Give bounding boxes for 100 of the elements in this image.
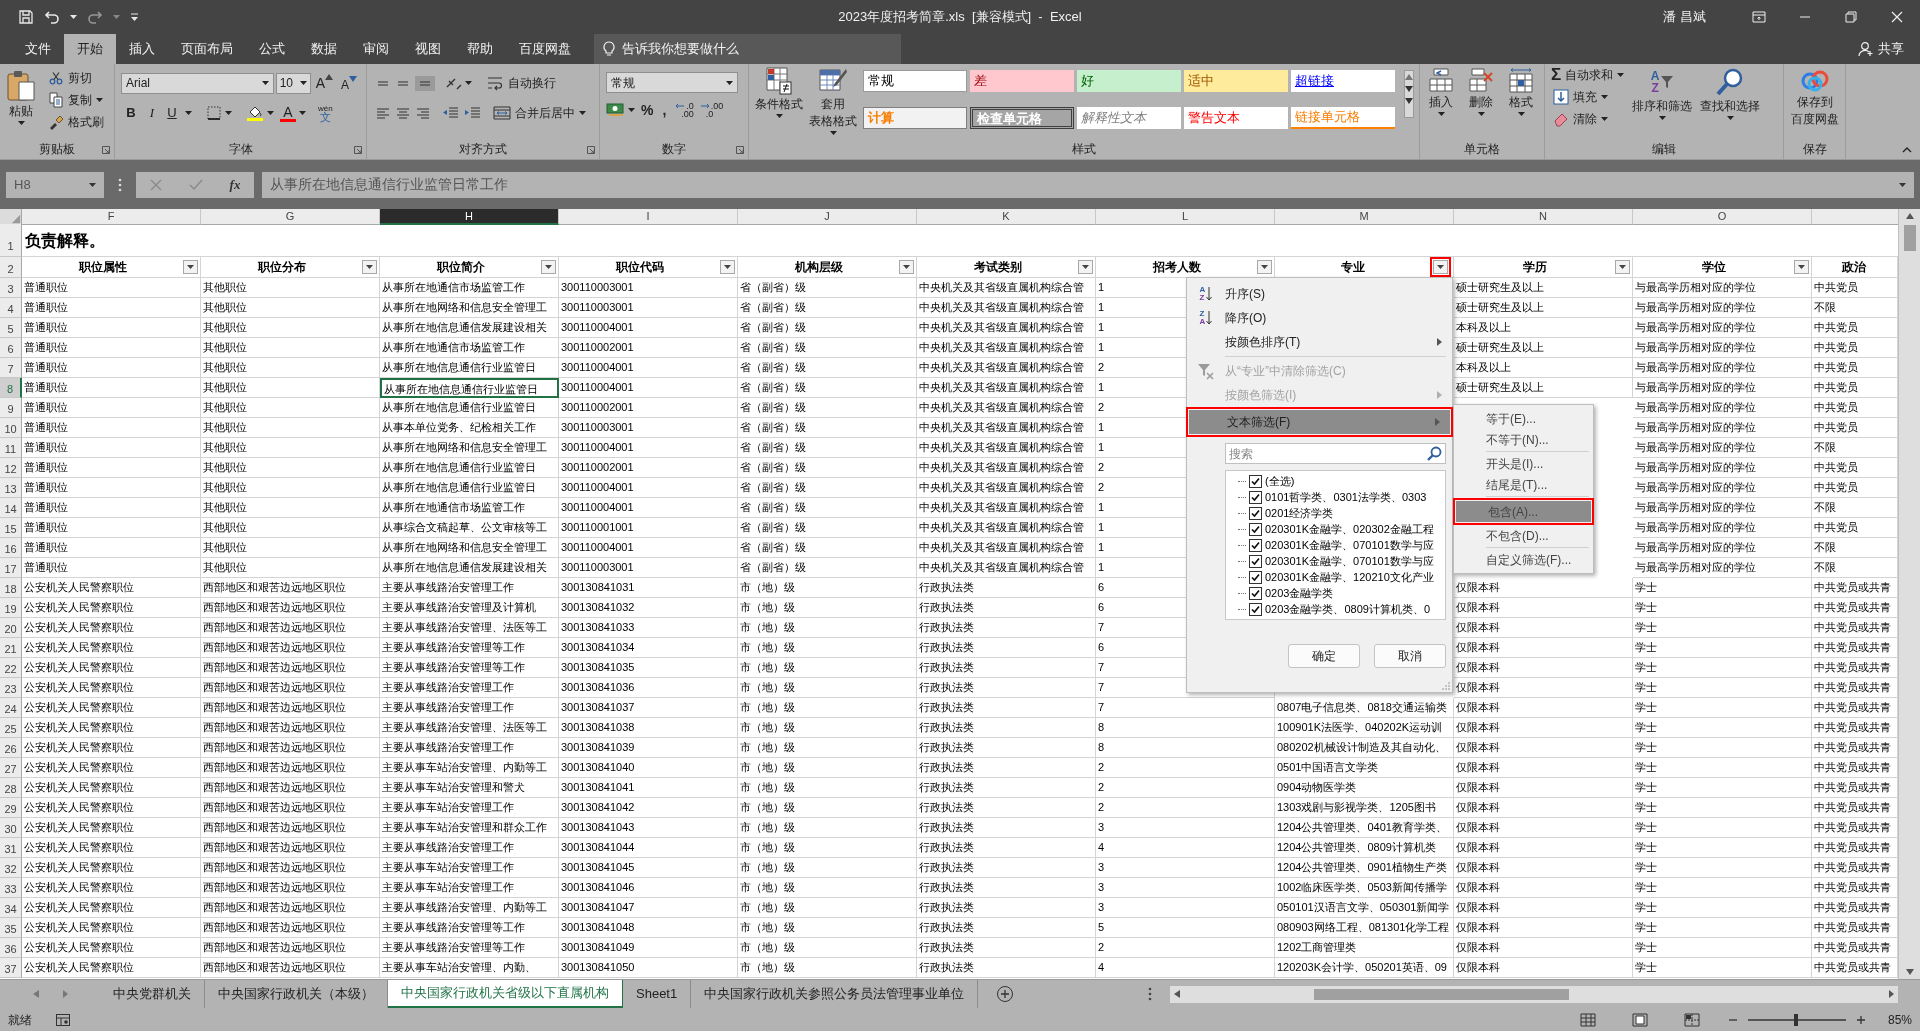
checkbox[interactable] xyxy=(1249,538,1262,552)
table-cell[interactable]: 学士 xyxy=(1633,918,1812,938)
increase-indent-icon[interactable] xyxy=(463,106,481,120)
table-cell[interactable]: 中央机关及其省级直属机构综合管 xyxy=(917,278,1096,298)
table-cell[interactable]: 学士 xyxy=(1633,638,1812,658)
table-cell[interactable]: 市（地）级 xyxy=(738,938,917,958)
scroll-up-icon[interactable] xyxy=(1905,213,1914,219)
table-cell[interactable]: 行政执法类 xyxy=(917,838,1096,858)
table-cell[interactable]: 300130841044 xyxy=(559,838,738,858)
table-cell[interactable]: 西部地区和艰苦边远地区职位 xyxy=(201,898,380,918)
autosum-button[interactable]: Σ 自动求和 xyxy=(1551,64,1625,86)
cell-style-option[interactable]: 差 xyxy=(970,70,1074,92)
table-cell[interactable]: 从事所在地信息通信行业监管日 xyxy=(380,378,559,398)
table-cell[interactable]: 市（地）级 xyxy=(738,778,917,798)
table-cell[interactable]: 主要从事线路治安管理等工作 xyxy=(380,918,559,938)
table-cell[interactable]: 公安机关人民警察职位 xyxy=(22,638,201,658)
table-cell[interactable]: 3 xyxy=(1096,898,1275,918)
table-cell[interactable]: 300130841035 xyxy=(559,658,738,678)
table-cell[interactable]: 行政执法类 xyxy=(917,738,1096,758)
table-cell[interactable]: 中央机关及其省级直属机构综合管 xyxy=(917,518,1096,538)
row-header[interactable]: 21 xyxy=(0,638,22,658)
table-cell[interactable]: 仅限本科 xyxy=(1454,938,1633,958)
row-header[interactable]: 29 xyxy=(0,798,22,818)
table-cell[interactable]: 300110003001 xyxy=(559,418,738,438)
table-cell[interactable]: 省（副省）级 xyxy=(738,398,917,418)
zoom-in-icon[interactable] xyxy=(1856,1014,1866,1025)
table-cell[interactable]: 西部地区和艰苦边远地区职位 xyxy=(201,678,380,698)
table-cell[interactable]: 仅限本科 xyxy=(1454,618,1633,638)
table-cell[interactable]: 普通职位 xyxy=(22,398,201,418)
table-cell[interactable]: 300130841039 xyxy=(559,738,738,758)
table-cell[interactable]: 公安机关人民警察职位 xyxy=(22,778,201,798)
row-header[interactable]: 24 xyxy=(0,698,22,718)
table-cell[interactable]: 2 xyxy=(1096,798,1275,818)
table-cell[interactable]: 0807电子信息类、0818交通运输类 xyxy=(1275,698,1454,718)
table-cell[interactable]: 3 xyxy=(1096,818,1275,838)
page-layout-icon[interactable] xyxy=(1632,1012,1648,1027)
table-cell[interactable]: 其他职位 xyxy=(201,398,380,418)
row-header[interactable]: 11 xyxy=(0,438,22,458)
merge-center-button[interactable]: 合并后居中 xyxy=(493,104,586,122)
table-cell[interactable]: 学士 xyxy=(1633,958,1812,978)
name-box[interactable]: H8 xyxy=(6,171,104,198)
filter-button[interactable] xyxy=(899,260,914,274)
ribbon-tab[interactable]: 开始 xyxy=(64,34,116,64)
table-cell[interactable]: 行政执法类 xyxy=(917,818,1096,838)
table-cell[interactable]: 中央机关及其省级直属机构综合管 xyxy=(917,438,1096,458)
table-cell[interactable]: 普通职位 xyxy=(22,418,201,438)
table-cell[interactable]: 中央机关及其省级直属机构综合管 xyxy=(917,478,1096,498)
table-cell[interactable]: 其他职位 xyxy=(201,358,380,378)
table-cell[interactable]: 300110004001 xyxy=(559,538,738,558)
table-cell[interactable]: 省（副省）级 xyxy=(738,318,917,338)
table-cell[interactable]: 300130841041 xyxy=(559,778,738,798)
table-cell[interactable]: 学士 xyxy=(1633,758,1812,778)
row-header[interactable]: 19 xyxy=(0,598,22,618)
checkbox[interactable] xyxy=(1249,490,1262,504)
table-cell[interactable]: 公安机关人民警察职位 xyxy=(22,758,201,778)
column-header[interactable]: L xyxy=(1096,209,1275,225)
table-cell[interactable]: 省（副省）级 xyxy=(738,518,917,538)
table-cell[interactable]: 300110003001 xyxy=(559,558,738,578)
table-cell[interactable]: 仅限本科 xyxy=(1454,678,1633,698)
table-cell[interactable]: 省（副省）级 xyxy=(738,538,917,558)
table-cell[interactable]: 中央机关及其省级直属机构综合管 xyxy=(917,358,1096,378)
table-cell[interactable]: 学士 xyxy=(1633,938,1812,958)
checkbox[interactable] xyxy=(1249,586,1262,600)
cell-style-option[interactable]: 警告文本 xyxy=(1184,106,1288,129)
cell-style-option[interactable]: 适中 xyxy=(1184,70,1288,92)
table-cell[interactable]: 西部地区和艰苦边远地区职位 xyxy=(201,878,380,898)
shrink-font-button[interactable]: A xyxy=(338,72,360,94)
table-cell[interactable]: 主要从事车站治安管理、内勤、 xyxy=(380,958,559,978)
table-cell[interactable]: 普通职位 xyxy=(22,338,201,358)
conditional-format-button[interactable]: 条件格式 xyxy=(755,64,803,139)
table-cell[interactable]: 从事所在地通信市场监管工作 xyxy=(380,278,559,298)
table-cell[interactable]: 仅限本科 xyxy=(1454,958,1633,978)
table-cell[interactable]: 市（地）级 xyxy=(738,758,917,778)
table-cell[interactable]: 省（副省）级 xyxy=(738,478,917,498)
resize-grip-icon[interactable] xyxy=(1442,682,1450,690)
column-header[interactable]: K xyxy=(917,209,1096,225)
table-cell[interactable]: 1204公共管理类、0401教育学类、 xyxy=(1275,818,1454,838)
table-cell[interactable]: 公安机关人民警察职位 xyxy=(22,818,201,838)
insert-function-button[interactable]: fx xyxy=(229,174,241,195)
table-cell[interactable]: 公安机关人民警察职位 xyxy=(22,918,201,938)
table-cell[interactable]: 西部地区和艰苦边远地区职位 xyxy=(201,958,380,978)
table-cell[interactable]: 学士 xyxy=(1633,678,1812,698)
table-cell[interactable]: 300130841032 xyxy=(559,598,738,618)
table-cell[interactable]: 市（地）级 xyxy=(738,618,917,638)
table-cell[interactable]: 与最高学历相对应的学位 xyxy=(1633,398,1812,418)
table-cell[interactable]: 仅限本科 xyxy=(1454,598,1633,618)
ribbon-tab[interactable]: 数据 xyxy=(298,34,350,64)
table-cell[interactable]: 学士 xyxy=(1633,818,1812,838)
table-cell[interactable]: 西部地区和艰苦边远地区职位 xyxy=(201,578,380,598)
ribbon-tab[interactable]: 百度网盘 xyxy=(506,34,584,64)
table-cell[interactable]: 普通职位 xyxy=(22,518,201,538)
table-cell[interactable]: 与最高学历相对应的学位 xyxy=(1633,378,1812,398)
table-cell[interactable]: 学士 xyxy=(1633,858,1812,878)
column-header[interactable]: O xyxy=(1633,209,1812,225)
table-cell[interactable]: 学士 xyxy=(1633,578,1812,598)
table-cell[interactable]: 300130841040 xyxy=(559,758,738,778)
row-header[interactable]: 26 xyxy=(0,738,22,758)
table-cell[interactable]: 1204公共管理类、0809计算机类 xyxy=(1275,838,1454,858)
table-cell[interactable]: 仅限本科 xyxy=(1454,858,1633,878)
table-cell[interactable]: 行政执法类 xyxy=(917,658,1096,678)
